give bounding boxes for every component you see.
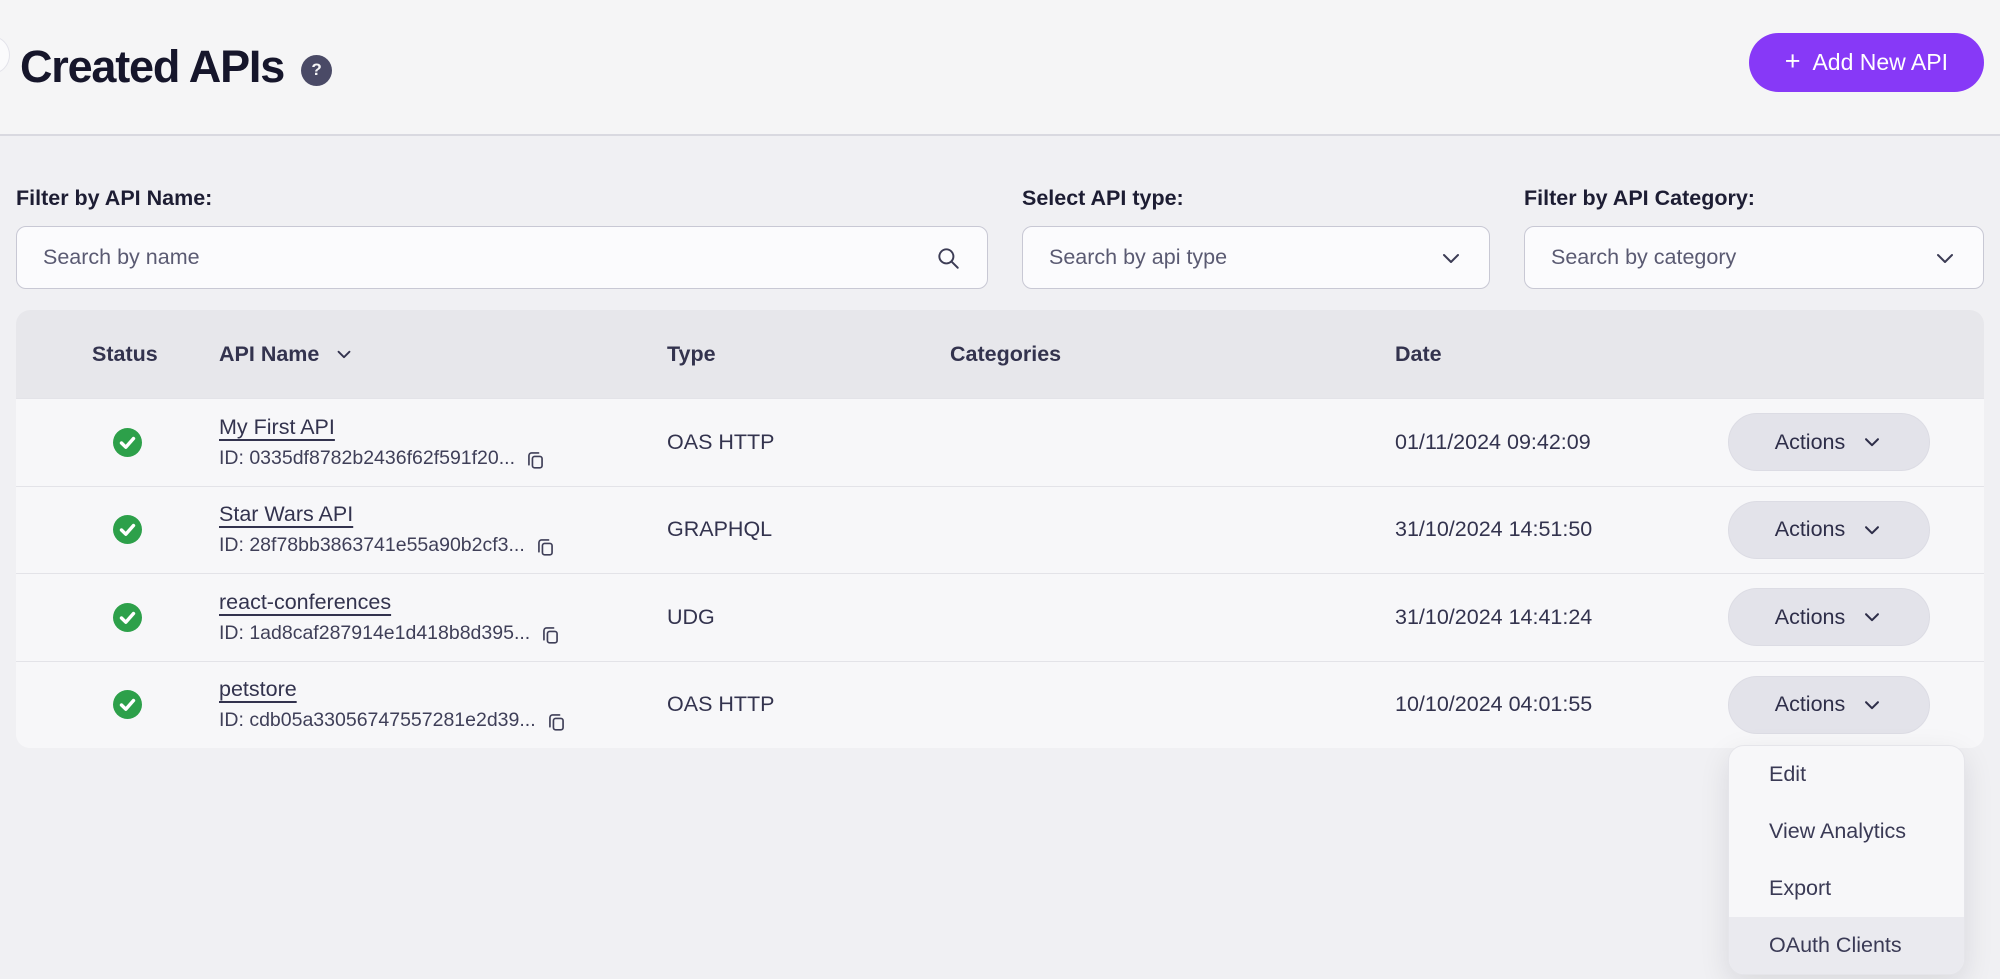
actions-button[interactable]: Actions [1728,501,1930,559]
page-header: Created APIs ? + Add New API [0,0,2000,136]
api-id-text: ID: 0335df8782b2436f62f591f20... [219,447,515,470]
copy-icon[interactable] [540,624,561,645]
status-active-icon [113,690,142,719]
api-id-text: ID: 28f78bb3863741e55a90b2cf3... [219,534,525,557]
actions-button-label: Actions [1775,517,1846,542]
actions-button[interactable]: Actions [1728,588,1930,646]
api-date-cell: 01/11/2024 09:42:09 [1395,430,1660,455]
chevron-down-icon [1861,606,1883,628]
menu-item-edit[interactable]: Edit [1729,746,1964,803]
name-search-field[interactable] [16,226,988,289]
actions-dropdown-menu: Edit View Analytics Export OAuth Clients [1728,745,1965,975]
copy-icon[interactable] [535,536,556,557]
copy-icon[interactable] [525,449,546,470]
copy-icon[interactable] [546,711,567,732]
table-row: petstore ID: cdb05a33056747557281e2d39..… [16,661,1984,749]
chevron-down-icon [1861,519,1883,541]
api-category-select-value: Search by category [1551,245,1736,270]
table-row: Star Wars API ID: 28f78bb3863741e55a90b2… [16,486,1984,574]
api-name-link[interactable]: Star Wars API [219,502,353,527]
api-category-select[interactable]: Search by category [1524,226,1984,289]
status-active-icon [113,515,142,544]
actions-button-label: Actions [1775,692,1846,717]
filter-bar: Filter by API Name: Select API type: Sea… [16,186,1984,289]
chevron-down-icon [1861,694,1883,716]
apis-table: Status API Name Type Categories Date My … [16,310,1984,748]
api-id-text: ID: 1ad8caf287914e1d418b8d395... [219,622,530,645]
api-date-cell: 31/10/2024 14:41:24 [1395,605,1660,630]
actions-button[interactable]: Actions [1728,676,1930,734]
add-new-api-button[interactable]: + Add New API [1749,33,1984,92]
filter-type-label: Select API type: [1022,186,1490,211]
api-date-cell: 31/10/2024 14:51:50 [1395,517,1660,542]
actions-button[interactable]: Actions [1728,413,1930,471]
api-type-select[interactable]: Search by api type [1022,226,1490,289]
column-header-type: Type [667,342,950,367]
status-active-icon [113,428,142,457]
sort-chevron-icon [333,343,355,365]
chevron-down-icon [1861,431,1883,453]
filter-name-label: Filter by API Name: [16,186,988,211]
table-row: My First API ID: 0335df8782b2436f62f591f… [16,398,1984,486]
menu-item-oauth-clients[interactable]: OAuth Clients [1729,917,1964,974]
api-type-cell: OAS HTTP [667,692,950,717]
help-icon[interactable]: ? [301,55,332,86]
api-type-cell: OAS HTTP [667,430,950,455]
column-header-status: Status [16,342,219,367]
filter-category-label: Filter by API Category: [1524,186,1984,211]
column-header-date: Date [1395,342,1660,367]
plus-icon: + [1785,48,1801,75]
chevron-down-icon [1933,246,1957,270]
column-header-api-name[interactable]: API Name [219,342,667,367]
actions-button-label: Actions [1775,430,1846,455]
api-date-cell: 10/10/2024 04:01:55 [1395,692,1660,717]
table-header-row: Status API Name Type Categories Date [16,310,1984,398]
menu-item-view-analytics[interactable]: View Analytics [1729,803,1964,860]
api-name-link[interactable]: My First API [219,415,335,440]
column-header-api-name-label: API Name [219,342,319,367]
api-name-link[interactable]: react-conferences [219,590,391,615]
api-type-cell: UDG [667,605,950,630]
api-name-link[interactable]: petstore [219,677,297,702]
search-icon [935,245,961,271]
api-type-select-value: Search by api type [1049,245,1227,270]
chevron-down-icon [1439,246,1463,270]
status-active-icon [113,603,142,632]
name-search-input[interactable] [43,245,935,270]
add-new-api-label: Add New API [1812,49,1948,76]
menu-item-export[interactable]: Export [1729,860,1964,917]
api-type-cell: GRAPHQL [667,517,950,542]
page-title: Created APIs [20,41,284,93]
column-header-categories: Categories [950,342,1395,367]
api-id-text: ID: cdb05a33056747557281e2d39... [219,709,536,732]
actions-button-label: Actions [1775,605,1846,630]
table-row: react-conferences ID: 1ad8caf287914e1d41… [16,573,1984,661]
